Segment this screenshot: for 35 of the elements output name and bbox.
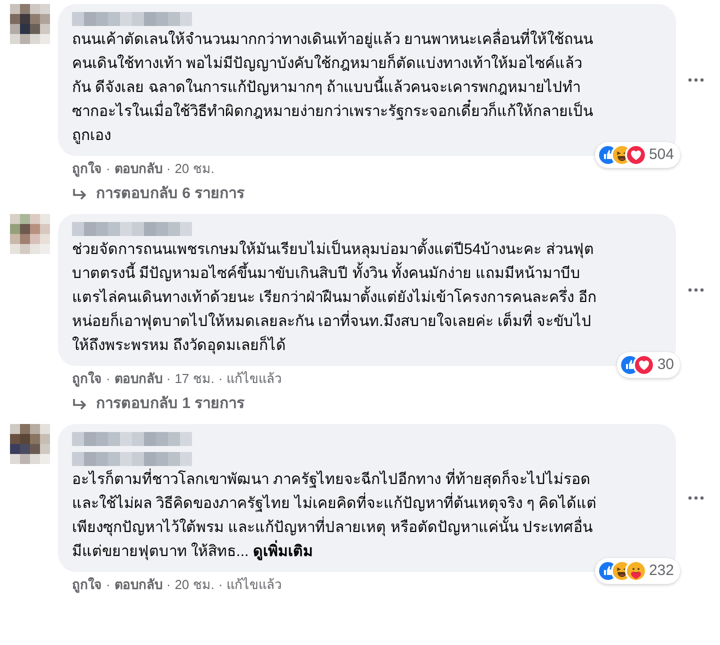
more-options-icon[interactable]: [688, 78, 704, 82]
more-options-icon[interactable]: [688, 288, 704, 292]
edited-label: แก้ไขแล้ว: [226, 576, 282, 594]
timestamp: 20 ชม.: [174, 160, 214, 178]
reaction-summary[interactable]: 30: [617, 352, 680, 378]
action-link[interactable]: ตอบกลับ: [114, 370, 162, 388]
separator-dot: ·: [106, 370, 110, 388]
more-options-icon[interactable]: [688, 496, 704, 500]
timestamp: 20 ชม.: [174, 576, 214, 594]
action-link[interactable]: ตอบกลับ: [114, 576, 162, 594]
timestamp: 17 ชม.: [174, 370, 214, 388]
reply-arrow-icon: [72, 188, 88, 200]
view-replies-link[interactable]: การตอบกลับ 6 รายการ: [58, 178, 704, 204]
action-link[interactable]: ถูกใจ: [72, 576, 102, 594]
separator-dot: ·: [106, 576, 110, 594]
action-link[interactable]: ตอบกลับ: [114, 160, 162, 178]
separator-dot: ·: [166, 576, 171, 594]
hugging-face-icon: [626, 562, 645, 580]
separator-dot: ·: [106, 160, 110, 178]
avatar: [10, 4, 50, 44]
action-link[interactable]: ถูกใจ: [72, 370, 102, 388]
separator-dot: ·: [218, 576, 223, 594]
separator-dot: ·: [166, 370, 171, 388]
avatar: [10, 424, 50, 464]
separator-dot: ·: [166, 160, 171, 178]
heart-icon: [626, 146, 645, 164]
reaction-summary[interactable]: 232: [594, 558, 680, 584]
reaction-summary[interactable]: 504: [594, 142, 680, 168]
action-link[interactable]: ถูกใจ: [72, 160, 102, 178]
edited-label: แก้ไขแล้ว: [226, 370, 282, 388]
separator-dot: ·: [218, 370, 223, 388]
view-replies-link[interactable]: การตอบกลับ 1 รายการ: [58, 388, 704, 414]
reply-arrow-icon: [72, 398, 88, 410]
avatar: [10, 214, 50, 254]
heart-icon: [635, 356, 654, 374]
